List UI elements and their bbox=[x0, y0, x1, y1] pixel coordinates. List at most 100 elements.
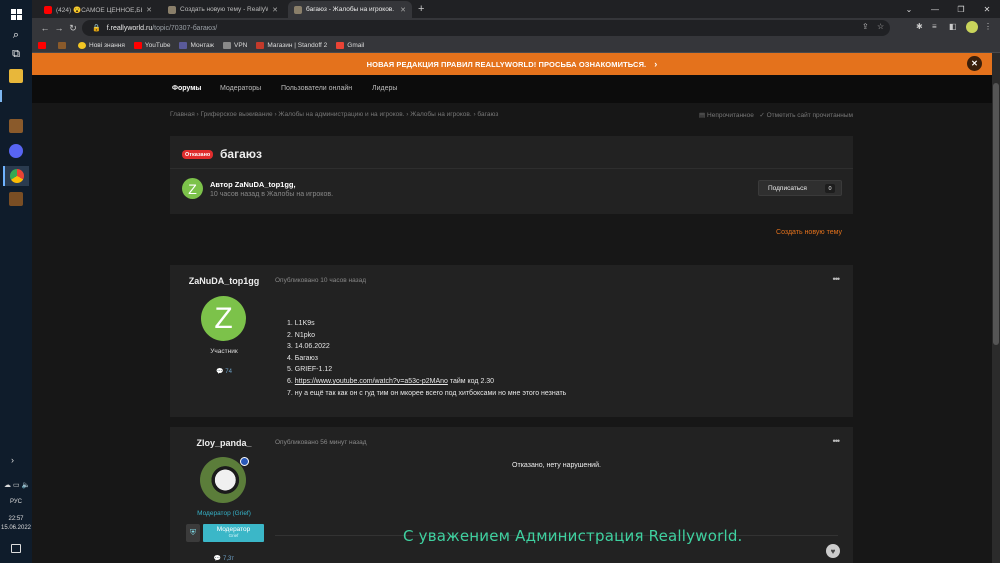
nav-online-users[interactable]: Пользователи онлайн bbox=[281, 85, 352, 92]
mark-read-link[interactable]: Отметить сайт прочитанным bbox=[767, 112, 853, 119]
windows-taskbar: ⌕ ⧉ › ☁ ▭ 🔈 РУС 22:57 15.06.2022 bbox=[0, 0, 32, 563]
user-role: Участник bbox=[210, 348, 238, 355]
new-tab-button[interactable]: + bbox=[418, 3, 424, 15]
profile-avatar[interactable] bbox=[966, 21, 978, 33]
address-bar[interactable]: 🔒 f.reallyworld.ru/topic/70307-багаюз/ bbox=[82, 20, 890, 36]
scrollbar[interactable] bbox=[992, 53, 1000, 563]
youtube-icon bbox=[133, 41, 142, 49]
nav-leaders[interactable]: Лидеры bbox=[372, 85, 397, 92]
close-icon[interactable]: ✕ bbox=[146, 6, 152, 14]
bookmark-youtube[interactable]: YouTube bbox=[133, 41, 170, 49]
extensions-icon[interactable]: ✱ bbox=[916, 22, 923, 31]
bookmark-gmail[interactable]: Gmail bbox=[336, 41, 364, 49]
post-author[interactable]: Zloy_panda_ bbox=[170, 438, 278, 448]
list-text: тайм код 2.30 bbox=[447, 377, 495, 385]
youtube-link[interactable]: https://www.youtube.com/watch?v=a53c-p2M… bbox=[295, 378, 448, 385]
bookmark-label: VPN bbox=[234, 41, 248, 49]
chrome-icon[interactable] bbox=[3, 166, 29, 186]
avatar[interactable] bbox=[200, 457, 246, 503]
subscribe-button[interactable]: Подписаться 0 bbox=[758, 180, 842, 196]
post-author[interactable]: ZaNuDA_top1gg bbox=[170, 276, 278, 286]
list-item: 6. https://www.youtube.com/watch?v=a53c-… bbox=[287, 376, 566, 388]
minimize-button[interactable]: — bbox=[922, 0, 948, 18]
avatar[interactable]: Z bbox=[182, 178, 203, 199]
maximize-button[interactable]: ❐ bbox=[948, 0, 974, 18]
forward-button[interactable]: → bbox=[52, 21, 66, 35]
nav-forums[interactable]: Форумы bbox=[172, 85, 201, 92]
announcement-bar[interactable]: НОВАЯ РЕДАКЦИЯ ПРАВИЛ REALLYWORLD! ПРОСЬ… bbox=[32, 53, 992, 75]
clock-date: 15.06.2022 bbox=[0, 525, 32, 531]
reputation: 💬 74 bbox=[170, 368, 278, 375]
bookmark-apps[interactable] bbox=[38, 41, 49, 49]
user-role[interactable]: Модератор (Grief) bbox=[170, 510, 278, 517]
more-options-icon[interactable]: ••• bbox=[833, 274, 841, 284]
list-item: 5. GRIEF-1.12 bbox=[287, 366, 333, 374]
bookmark-minecraft[interactable] bbox=[58, 41, 69, 49]
share-icon[interactable]: ⇪ bbox=[862, 22, 869, 31]
post-date: Опубликовано 56 минут назад bbox=[275, 439, 367, 446]
bookmark-montage[interactable]: Монтаж bbox=[179, 41, 214, 49]
tab-active-topic[interactable]: багаюз - Жалобы на игроков. - ✕ bbox=[288, 1, 412, 18]
window-controls: ⌄ — ❐ ✕ bbox=[896, 0, 1000, 18]
group-sub: Grief bbox=[228, 533, 239, 538]
bookmark-star-icon[interactable]: ☆ bbox=[877, 22, 884, 31]
browser-toolbar: ← → ↻ 🔒 f.reallyworld.ru/topic/70307-баг… bbox=[32, 18, 1000, 38]
clock[interactable]: 22:57 15.06.2022 bbox=[0, 515, 32, 533]
url-path: /topic/70307-багаюз/ bbox=[152, 24, 218, 32]
more-options-icon[interactable]: ••• bbox=[833, 436, 841, 446]
tab-search-icon[interactable]: ⌄ bbox=[896, 0, 922, 18]
reload-button[interactable]: ↻ bbox=[66, 21, 80, 35]
minecraft-icon bbox=[58, 41, 66, 49]
bookmark-standoff[interactable]: Магазин | Standoff 2 bbox=[256, 41, 327, 49]
list-item: 4. Багаюз bbox=[287, 354, 319, 362]
tab-youtube[interactable]: (424) 😮САМОЕ ЦЕННОЕ,БЫЛО ✕ bbox=[38, 1, 158, 18]
scroll-thumb[interactable] bbox=[993, 83, 999, 345]
group-name: Модератор bbox=[216, 526, 251, 533]
bookmark-vpn[interactable]: VPN bbox=[223, 41, 248, 49]
url-domain: f.reallyworld.ru bbox=[106, 24, 153, 32]
comment-icon: 💬 bbox=[213, 556, 222, 562]
topic-meta: 10 часов назад в Жалобы на игроков. bbox=[210, 191, 334, 198]
file-explorer-icon[interactable] bbox=[8, 68, 24, 84]
tab-create-topic[interactable]: Создать новую тему - ReallyWo ✕ bbox=[162, 1, 284, 18]
tray-chevron-icon[interactable]: › bbox=[11, 455, 14, 465]
task-view-icon[interactable]: ⧉ bbox=[8, 46, 24, 62]
breadcrumb[interactable]: Главная › Гриферское выживание › Жалобы … bbox=[170, 111, 498, 118]
bookmark-new-knowledge[interactable]: Нові знання bbox=[78, 41, 125, 49]
shield-icon: ⛨ bbox=[186, 524, 200, 542]
system-tray-icons[interactable]: ☁ ▭ 🔈 bbox=[4, 481, 30, 489]
browser-window: (424) 😮САМОЕ ЦЕННОЕ,БЫЛО ✕ Создать новую… bbox=[32, 0, 1000, 53]
heart-icon[interactable]: ♥ bbox=[826, 544, 840, 558]
windows-start-icon[interactable] bbox=[8, 6, 24, 22]
unread-icon: ▤ bbox=[699, 112, 706, 119]
youtube-icon bbox=[38, 41, 46, 49]
list-item: 1. L1K9s bbox=[287, 320, 315, 327]
search-icon[interactable]: ⌕ bbox=[8, 27, 24, 43]
group-badge: Модератор Grief bbox=[203, 524, 264, 542]
list-item: 7. ну а ещё так как он с гуд тим он мкор… bbox=[287, 389, 567, 397]
minecraft-icon[interactable] bbox=[8, 118, 24, 134]
minecraft-launcher-icon[interactable] bbox=[8, 191, 24, 207]
close-icon[interactable]: ✕ bbox=[400, 6, 406, 14]
subscribe-label: Подписаться bbox=[768, 184, 807, 192]
youtube-icon bbox=[44, 5, 52, 14]
page-title: багаюз bbox=[220, 147, 262, 161]
reputation-value: 74 bbox=[225, 369, 232, 375]
language-indicator[interactable]: РУС bbox=[0, 499, 32, 505]
menu-kebab-icon[interactable]: ⋮ bbox=[984, 22, 992, 31]
notification-icon[interactable] bbox=[11, 544, 21, 553]
create-topic-link[interactable]: Создать новую тему bbox=[776, 229, 842, 236]
avatar[interactable]: Z bbox=[201, 296, 246, 341]
gmail-icon bbox=[336, 41, 345, 49]
discord-icon[interactable] bbox=[8, 143, 24, 159]
back-button[interactable]: ← bbox=[38, 21, 52, 35]
unread-link[interactable]: Непрочитанное bbox=[707, 112, 754, 119]
nav-moderators[interactable]: Модераторы bbox=[220, 85, 261, 92]
reading-list-icon[interactable]: ≡ bbox=[932, 22, 937, 31]
close-announcement-button[interactable]: ✕ bbox=[967, 56, 982, 71]
topic-author[interactable]: Автор ZaNuDA_top1gg, bbox=[210, 180, 296, 189]
side-panel-icon[interactable]: ◧ bbox=[949, 22, 957, 31]
close-icon[interactable]: ✕ bbox=[272, 6, 278, 14]
close-window-button[interactable]: ✕ bbox=[974, 0, 1000, 18]
reallyworld-icon bbox=[294, 5, 302, 14]
